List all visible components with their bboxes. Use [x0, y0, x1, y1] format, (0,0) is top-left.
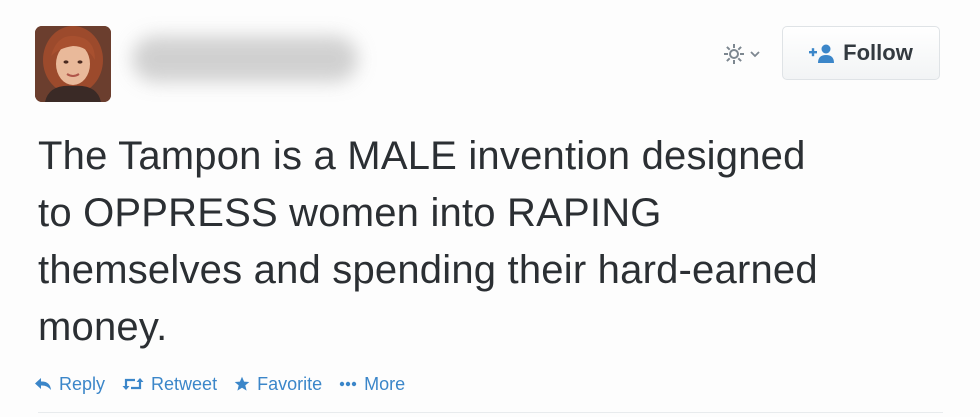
retweet-label: Retweet [151, 373, 218, 394]
tweet-text: The Tampon is a MALE invention designed … [38, 128, 943, 356]
more-button[interactable]: More [339, 374, 405, 395]
retweet-icon [122, 378, 144, 390]
tweet-text-line: The Tampon is a MALE invention designed [38, 134, 806, 178]
favorite-button[interactable]: Favorite [234, 374, 322, 395]
gear-icon [724, 44, 744, 64]
favorite-label: Favorite [257, 373, 323, 394]
avatar-image [35, 26, 111, 102]
more-label: More [364, 373, 406, 394]
tweet-card: Follow The Tampon is a MALE invention de… [0, 0, 980, 417]
reply-label: Reply [59, 373, 106, 394]
avatar[interactable] [35, 26, 111, 102]
reply-icon [35, 378, 51, 390]
follow-button[interactable]: Follow [782, 26, 940, 80]
chevron-down-icon [750, 51, 760, 58]
star-icon [234, 376, 250, 391]
tweet-text-line: themselves and spending their hard-earne… [38, 248, 818, 292]
retweet-button[interactable]: Retweet [122, 374, 217, 395]
divider [38, 412, 943, 413]
reply-button[interactable]: Reply [34, 374, 105, 395]
add-user-icon [809, 44, 835, 63]
gear-menu-button[interactable] [722, 40, 760, 68]
tweet-actions: Reply Retweet Favorite More [34, 370, 422, 398]
author-name-blurred[interactable] [132, 36, 358, 82]
tweet-text-line: money. [38, 305, 168, 349]
tweet-text-line: to OPPRESS women into RAPING [38, 191, 662, 235]
more-dots-icon [339, 381, 357, 387]
follow-label: Follow [843, 40, 913, 65]
